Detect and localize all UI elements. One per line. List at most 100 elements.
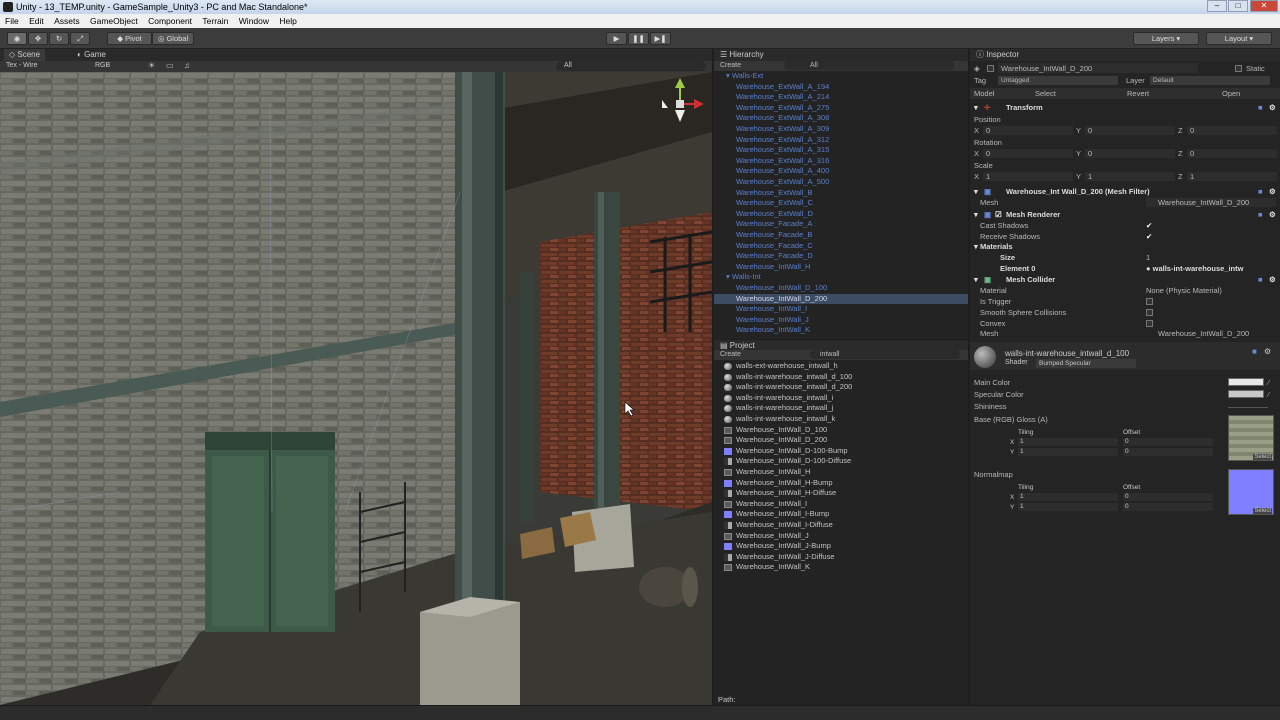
- model-open-button[interactable]: Open: [1222, 88, 1240, 99]
- mesh-renderer-header[interactable]: ▾ ▣ ☑ Mesh Renderer ■ ⚙: [970, 209, 1280, 220]
- hierarchy-item[interactable]: Warehouse_ExtWall_A_214: [714, 92, 968, 103]
- normalmap-select-button[interactable]: Select: [1253, 508, 1272, 514]
- help-icon[interactable]: ■: [1258, 209, 1263, 220]
- base-texture-select-button[interactable]: Select: [1253, 454, 1272, 460]
- project-asset-item[interactable]: walls-int-warehouse_intwall_k: [714, 414, 968, 425]
- rotation-x-field[interactable]: 0: [983, 149, 1073, 158]
- global-toggle[interactable]: ◎ Global: [152, 32, 194, 45]
- hierarchy-item[interactable]: Warehouse_ExtWall_A_315: [714, 145, 968, 156]
- close-button[interactable]: ✕: [1250, 0, 1278, 12]
- move-tool-button[interactable]: ✥: [28, 32, 48, 45]
- menu-terrain[interactable]: Terrain: [202, 16, 228, 26]
- model-revert-button[interactable]: Revert: [1127, 88, 1149, 99]
- color-mode-dropdown[interactable]: RGB: [95, 62, 110, 69]
- layout-dropdown[interactable]: Layout ▾: [1206, 32, 1272, 45]
- menu-assets[interactable]: Assets: [54, 16, 80, 26]
- project-asset-item[interactable]: Warehouse_IntWall_I-Diffuse: [714, 520, 968, 531]
- project-asset-item[interactable]: Warehouse_IntWall_J: [714, 531, 968, 542]
- gear-icon[interactable]: ⚙: [1264, 347, 1271, 356]
- hierarchy-item[interactable]: Warehouse_IntWall_D_100: [714, 283, 968, 294]
- hierarchy-group[interactable]: ▾ Walls-Ext: [714, 71, 968, 82]
- eyedropper-icon[interactable]: ⁄: [1268, 377, 1269, 388]
- offset-y-field[interactable]: 0: [1123, 448, 1213, 456]
- materials-size-field[interactable]: 1: [1146, 252, 1150, 263]
- step-button[interactable]: ▶❚: [650, 32, 671, 45]
- hierarchy-item[interactable]: Warehouse_ExtWall_C: [714, 198, 968, 209]
- convex-checkbox[interactable]: [1146, 320, 1153, 327]
- gear-icon[interactable]: ⚙: [1269, 274, 1276, 285]
- rotate-tool-button[interactable]: ↻: [49, 32, 69, 45]
- layer-dropdown[interactable]: Default: [1150, 76, 1270, 85]
- tiling-x-field[interactable]: 1: [1018, 438, 1118, 446]
- audio-icon[interactable]: ♫: [184, 61, 190, 70]
- hierarchy-item[interactable]: Warehouse_IntWall_J: [714, 315, 968, 326]
- hierarchy-item[interactable]: Warehouse_ExtWall_B: [714, 188, 968, 199]
- project-asset-item[interactable]: Warehouse_IntWall_D_100: [714, 425, 968, 436]
- mesh-filter-mesh-field[interactable]: Warehouse_IntWall_D_200: [1146, 198, 1276, 207]
- shininess-slider[interactable]: [1228, 407, 1268, 408]
- menu-file[interactable]: File: [5, 16, 19, 26]
- hierarchy-item[interactable]: Warehouse_Facade_D: [714, 251, 968, 262]
- scale-z-field[interactable]: 1: [1187, 172, 1277, 181]
- project-asset-item[interactable]: Warehouse_IntWall_H: [714, 467, 968, 478]
- hierarchy-item[interactable]: Warehouse_ExtWall_A_316: [714, 156, 968, 167]
- hierarchy-item[interactable]: Warehouse_Facade_B: [714, 230, 968, 241]
- mesh-collider-header[interactable]: ▾ ▣ Mesh Collider ■ ⚙: [970, 274, 1280, 285]
- project-asset-item[interactable]: walls-int-warehouse_intwall_d_200: [714, 382, 968, 393]
- offset-x-field[interactable]: 0: [1123, 438, 1213, 446]
- tab-game[interactable]: ◐ Game: [72, 49, 111, 61]
- play-button[interactable]: ▶: [606, 32, 627, 45]
- mesh-filter-header[interactable]: ▾ ▣ Warehouse_Int Wall_D_200 (Mesh Filte…: [970, 186, 1280, 197]
- gear-icon[interactable]: ⚙: [1269, 186, 1276, 197]
- scale-y-field[interactable]: 1: [1085, 172, 1175, 181]
- menu-window[interactable]: Window: [239, 16, 269, 26]
- project-asset-item[interactable]: walls-ext-warehouse_intwall_h: [714, 361, 968, 372]
- project-asset-item[interactable]: walls-int-warehouse_intwall_i: [714, 393, 968, 404]
- gear-icon[interactable]: ⚙: [1269, 209, 1276, 220]
- scale-x-field[interactable]: 1: [983, 172, 1073, 181]
- menu-help[interactable]: Help: [279, 16, 296, 26]
- scene-viewport[interactable]: [0, 72, 712, 705]
- help-icon[interactable]: ■: [1258, 102, 1263, 113]
- maximize-button[interactable]: □: [1228, 0, 1248, 12]
- project-asset-item[interactable]: Warehouse_IntWall_D-100-Bump: [714, 446, 968, 457]
- hierarchy-item[interactable]: Warehouse_ExtWall_A_312: [714, 135, 968, 146]
- collider-material-field[interactable]: None (Physic Material): [1146, 285, 1222, 296]
- project-asset-item[interactable]: Warehouse_IntWall_I-Bump: [714, 509, 968, 520]
- normal-offset-y-field[interactable]: 0: [1123, 503, 1213, 511]
- menu-gameobject[interactable]: GameObject: [90, 16, 138, 26]
- layers-dropdown[interactable]: Layers ▾: [1133, 32, 1199, 45]
- model-select-button[interactable]: Select: [1035, 88, 1056, 99]
- view-tool-button[interactable]: ◉: [7, 32, 27, 45]
- smooth-sphere-checkbox[interactable]: [1146, 309, 1153, 316]
- hierarchy-item[interactable]: Warehouse_ExtWall_A_309: [714, 124, 968, 135]
- main-color-swatch[interactable]: [1228, 378, 1264, 386]
- project-asset-item[interactable]: walls-int-warehouse_intwall_j: [714, 403, 968, 414]
- project-asset-item[interactable]: Warehouse_IntWall_D-100-Diffuse: [714, 456, 968, 467]
- render-mode-dropdown[interactable]: Tex - Wire: [6, 62, 38, 69]
- hierarchy-item[interactable]: Warehouse_ExtWall_D: [714, 209, 968, 220]
- lighting-icon[interactable]: ☀: [148, 61, 155, 70]
- hierarchy-item[interactable]: Warehouse_IntWall_D_200: [714, 293, 968, 305]
- pivot-toggle[interactable]: ◆ Pivot: [107, 32, 152, 45]
- hierarchy-group[interactable]: ▾ Walls-Int: [714, 272, 968, 283]
- eyedropper-icon[interactable]: ⁄: [1268, 389, 1269, 400]
- fx-icon[interactable]: ▭: [166, 61, 174, 70]
- menu-edit[interactable]: Edit: [29, 16, 44, 26]
- element0-field[interactable]: ● walls-int-warehouse_intw: [1146, 263, 1278, 274]
- project-asset-item[interactable]: Warehouse_IntWall_J-Bump: [714, 541, 968, 552]
- static-checkbox[interactable]: [1235, 65, 1242, 72]
- hierarchy-item[interactable]: Warehouse_IntWall_H: [714, 262, 968, 273]
- rotation-y-field[interactable]: 0: [1085, 149, 1175, 158]
- renderer-enabled-checkbox[interactable]: ☑: [995, 209, 1002, 220]
- hierarchy-item[interactable]: Warehouse_ExtWall_A_500: [714, 177, 968, 188]
- transform-header[interactable]: ▾ ✛ Transform ■ ⚙: [970, 102, 1280, 113]
- normalmap-thumbnail[interactable]: Select: [1228, 469, 1274, 515]
- tiling-y-field[interactable]: 1: [1018, 448, 1118, 456]
- shader-dropdown[interactable]: Bumped Specular: [1036, 359, 1136, 368]
- normal-tiling-y-field[interactable]: 1: [1018, 503, 1118, 511]
- project-asset-item[interactable]: Warehouse_IntWall_H-Bump: [714, 478, 968, 489]
- base-texture-thumbnail[interactable]: Select: [1228, 415, 1274, 461]
- project-asset-item[interactable]: Warehouse_IntWall_D_200: [714, 435, 968, 446]
- collider-mesh-field[interactable]: Warehouse_IntWall_D_200: [1146, 328, 1276, 339]
